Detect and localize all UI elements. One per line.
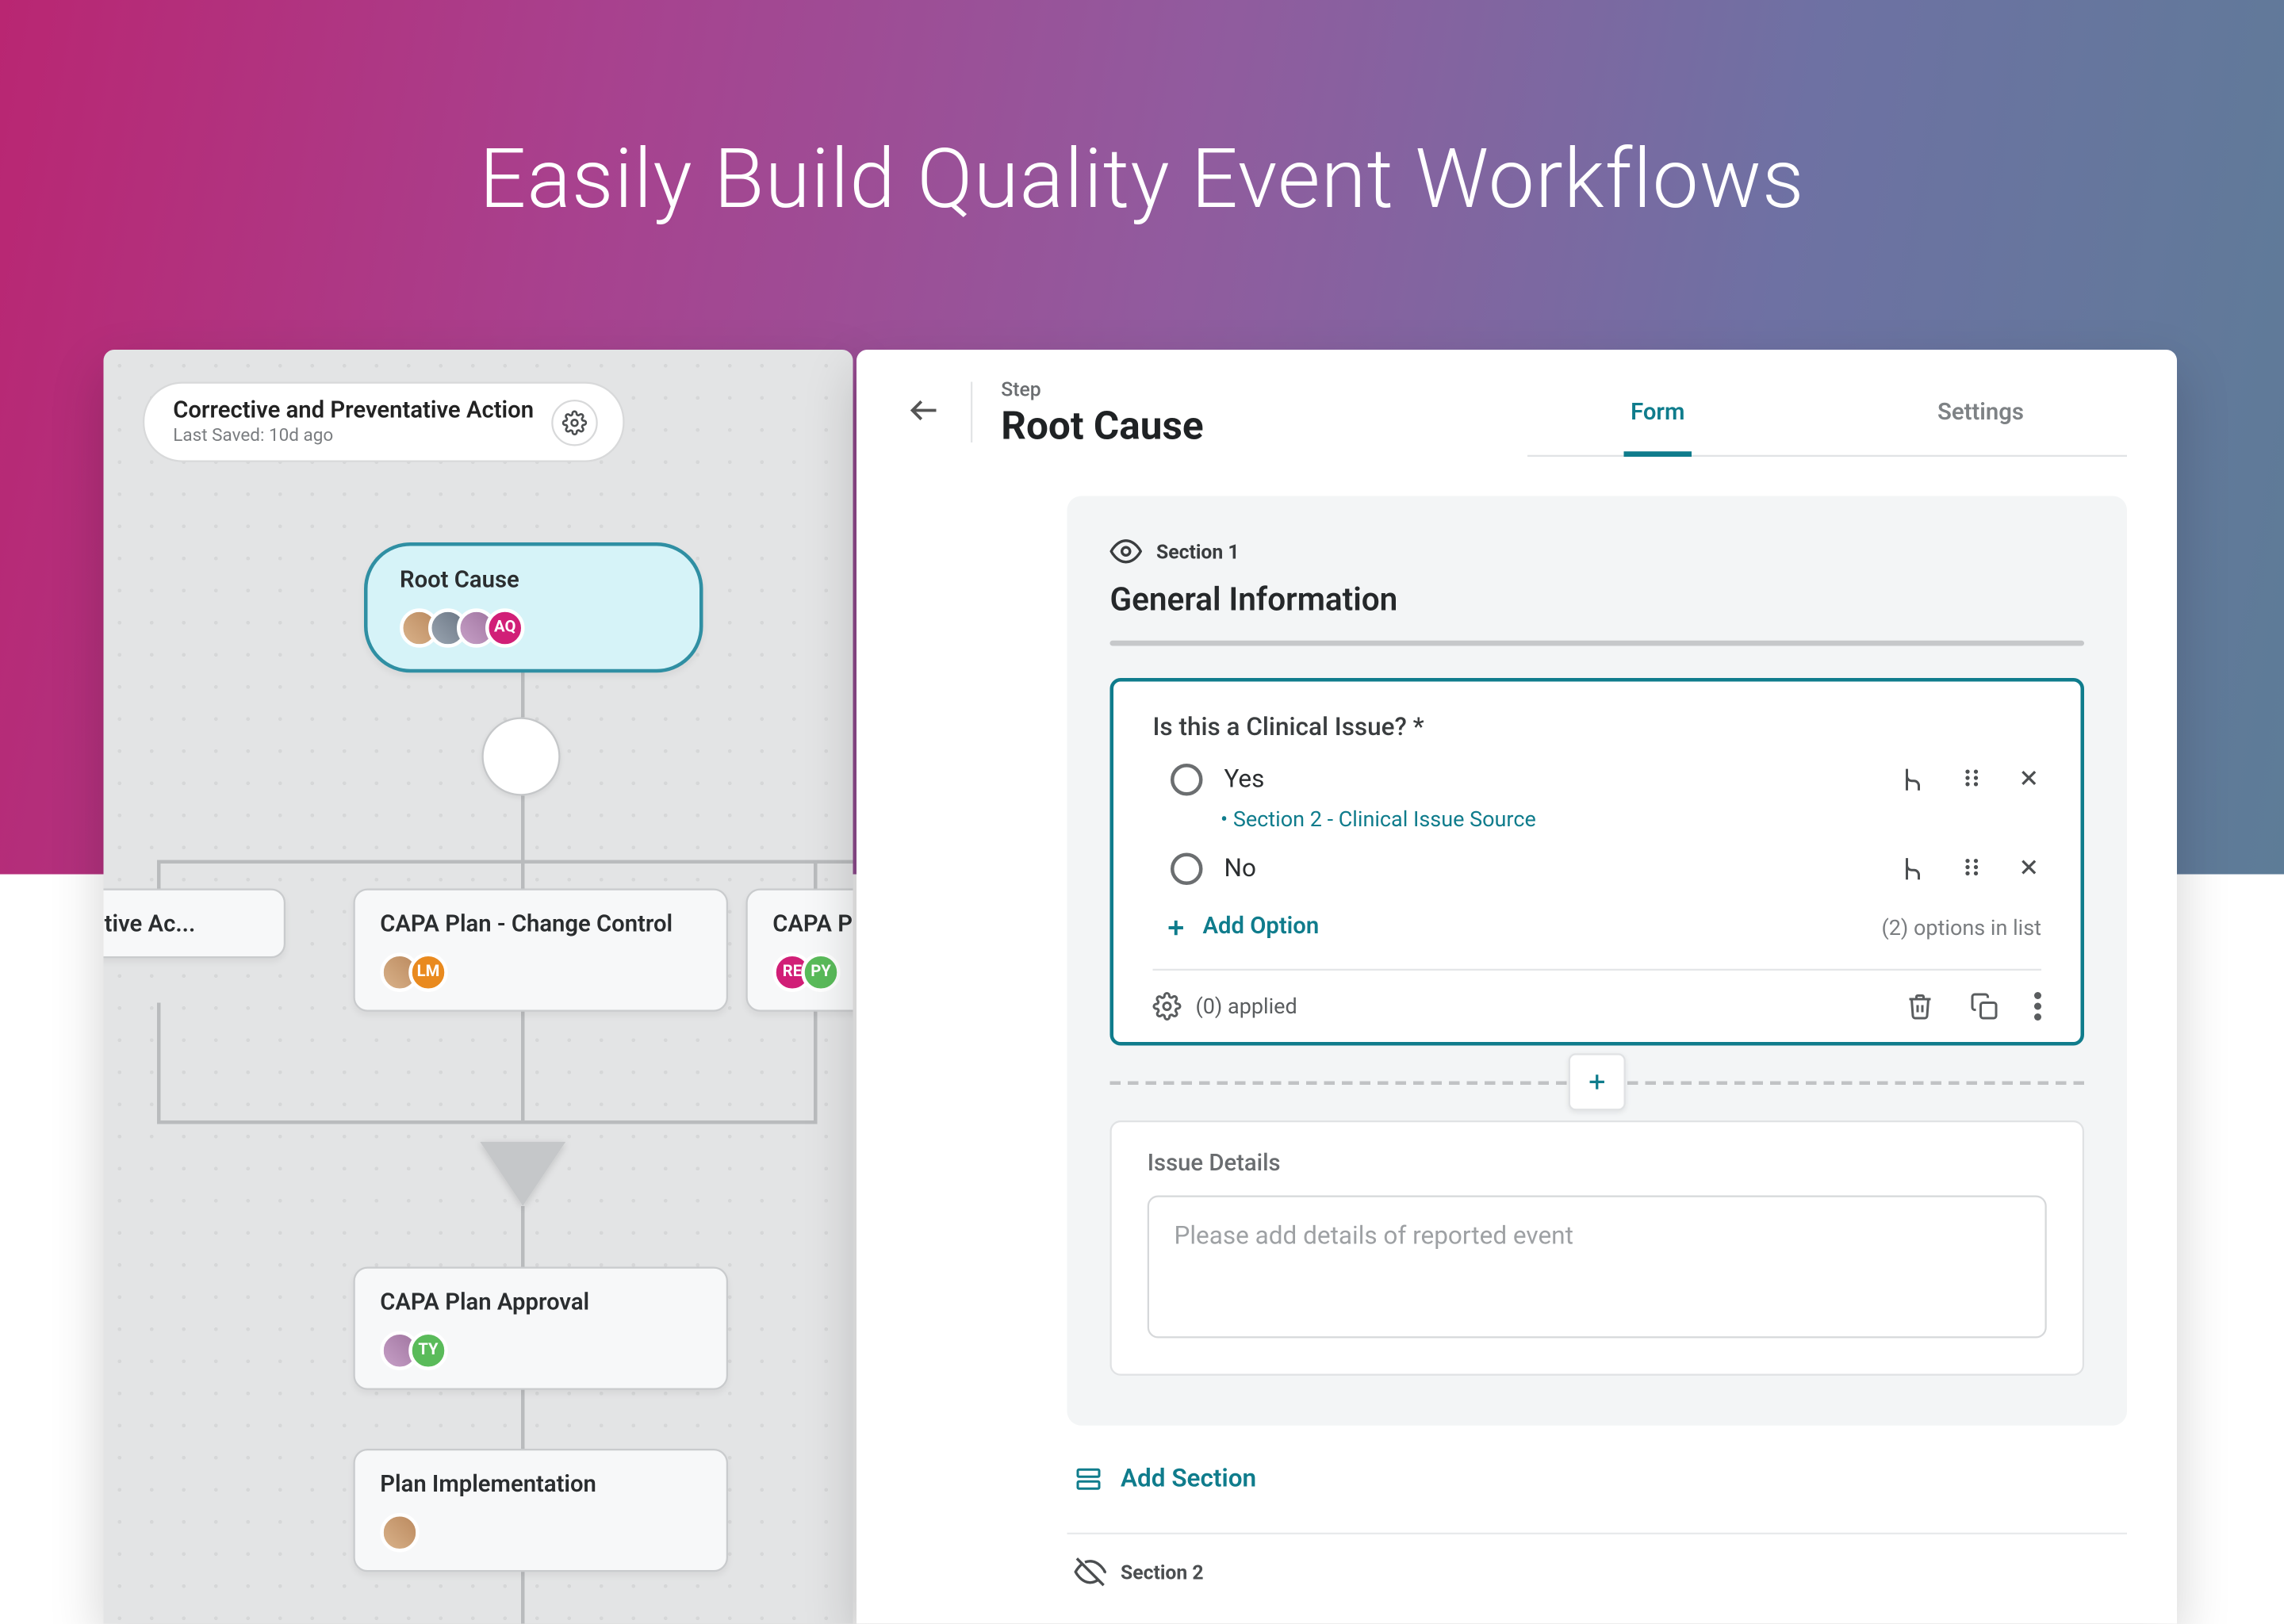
avatar: LM <box>408 953 448 993</box>
option-branch-target[interactable]: Section 2 - Clinical Issue Source <box>1221 806 2041 832</box>
section-card-1: Section 1 General Information Is this a … <box>1067 496 2128 1426</box>
workflow-canvas[interactable]: Corrective and Preventative Action Last … <box>104 350 853 1624</box>
textarea-placeholder[interactable]: Please add details of reported event <box>1148 1196 2047 1339</box>
node-capa-plan-change[interactable]: CAPA Plan - Change Control LM <box>354 889 729 1012</box>
hero-title: Easily Build Quality Event Workflows <box>0 132 2284 229</box>
form-builder-panel: Step Root Cause Form Settings Section 1 … <box>856 350 2177 1624</box>
option-label[interactable]: Yes <box>1224 765 1878 794</box>
option-yes-row: Yes <box>1153 742 2042 796</box>
section-2-header: Section 2 <box>1067 1533 2128 1588</box>
node-label: Plan Implementation <box>380 1472 701 1499</box>
avatar <box>380 1513 420 1553</box>
workflow-last-saved: Last Saved: 10d ago <box>173 427 534 446</box>
connector <box>521 1003 525 1121</box>
connector <box>814 1003 818 1121</box>
option-count: (2) options in list <box>1881 914 2041 940</box>
copy-icon[interactable] <box>1970 992 1998 1021</box>
connector <box>521 1206 525 1267</box>
avatar: PY <box>801 953 841 993</box>
tab-form[interactable]: Form <box>1623 378 1692 457</box>
add-section-button[interactable]: Add Section <box>1067 1465 2128 1493</box>
decision-circle[interactable] <box>482 718 561 796</box>
avatar-group: LM <box>380 953 701 993</box>
field-card-clinical-issue[interactable]: Is this a Clinical Issue? * Yes <box>1110 678 2085 1046</box>
eye-icon <box>1110 535 1143 568</box>
more-icon[interactable] <box>2034 992 2041 1021</box>
field-label: Issue Details <box>1148 1151 2047 1178</box>
add-section-label: Add Section <box>1121 1465 1256 1493</box>
section-number: Section 1 <box>1156 540 1240 563</box>
avatar-group <box>380 1513 701 1553</box>
node-capa-plan[interactable]: CAPA Plan RE PY <box>746 889 853 1012</box>
gear-icon[interactable] <box>1153 992 1182 1021</box>
insert-field-button[interactable] <box>1569 1053 1626 1110</box>
gear-icon[interactable] <box>552 399 599 446</box>
connector <box>157 1120 818 1124</box>
section-rule <box>1110 641 2085 646</box>
workflow-title: Corrective and Preventative Action <box>173 398 534 425</box>
connector <box>157 1003 161 1121</box>
node-label: CAPA Plan - Change Control <box>380 912 701 939</box>
step-title: Root Cause <box>1001 405 1203 450</box>
close-icon[interactable] <box>2017 855 2042 883</box>
avatar: AQ <box>485 608 525 648</box>
branch-icon[interactable] <box>1899 855 1927 883</box>
insert-field-divider <box>1110 1082 2085 1086</box>
add-option-button[interactable]: Add Option <box>1163 914 1319 940</box>
avatar-group: AQ <box>400 608 664 648</box>
radio-icon[interactable] <box>1171 853 1203 886</box>
connector <box>157 860 853 864</box>
node-capa-approval[interactable]: CAPA Plan Approval TY <box>354 1267 729 1390</box>
connector <box>157 860 161 893</box>
node-label: reventative Ac... <box>104 912 259 939</box>
workflow-header-pill: Corrective and Preventative Action Last … <box>143 382 625 462</box>
back-arrow-icon[interactable] <box>906 393 942 428</box>
trash-icon[interactable] <box>1906 992 1934 1021</box>
merge-triangle[interactable] <box>480 1142 565 1206</box>
avatar-group: RE PY <box>772 953 853 993</box>
node-root-cause[interactable]: Root Cause AQ <box>364 542 703 672</box>
node-label: Root Cause <box>400 568 664 595</box>
tab-bar: Form Settings <box>1527 378 2127 457</box>
avatar-group: TY <box>380 1331 701 1371</box>
eye-off-icon <box>1075 1556 1107 1588</box>
option-label[interactable]: No <box>1224 855 1878 883</box>
node-plan-implementation[interactable]: Plan Implementation <box>354 1449 729 1572</box>
section-number: Section 2 <box>1121 1561 1204 1584</box>
close-icon[interactable] <box>2017 765 2042 794</box>
radio-icon[interactable] <box>1171 764 1203 796</box>
avatar: TY <box>408 1331 448 1371</box>
field-issue-details[interactable]: Issue Details Please add details of repo… <box>1110 1120 2085 1376</box>
form-body: Section 1 General Information Is this a … <box>856 457 2177 1624</box>
node-label: CAPA Plan <box>772 912 853 939</box>
drag-handle-icon[interactable] <box>1960 855 1985 883</box>
applied-count: (0) applied <box>1196 994 1297 1019</box>
connector <box>521 796 525 860</box>
node-preventative[interactable]: reventative Ac... <box>104 889 286 959</box>
section-title: General Information <box>1110 582 2085 619</box>
step-eyebrow: Step <box>1001 378 1203 401</box>
field-question: Is this a Clinical Issue? * <box>1153 714 2042 742</box>
add-option-label: Add Option <box>1203 914 1320 940</box>
tab-settings[interactable]: Settings <box>1930 378 2031 457</box>
option-no-row: No <box>1153 832 2042 886</box>
connector <box>814 860 818 893</box>
node-label: CAPA Plan Approval <box>380 1290 701 1317</box>
drag-handle-icon[interactable] <box>1960 765 1985 794</box>
branch-icon[interactable] <box>1899 765 1927 794</box>
divider <box>971 382 972 443</box>
connector <box>521 860 525 893</box>
